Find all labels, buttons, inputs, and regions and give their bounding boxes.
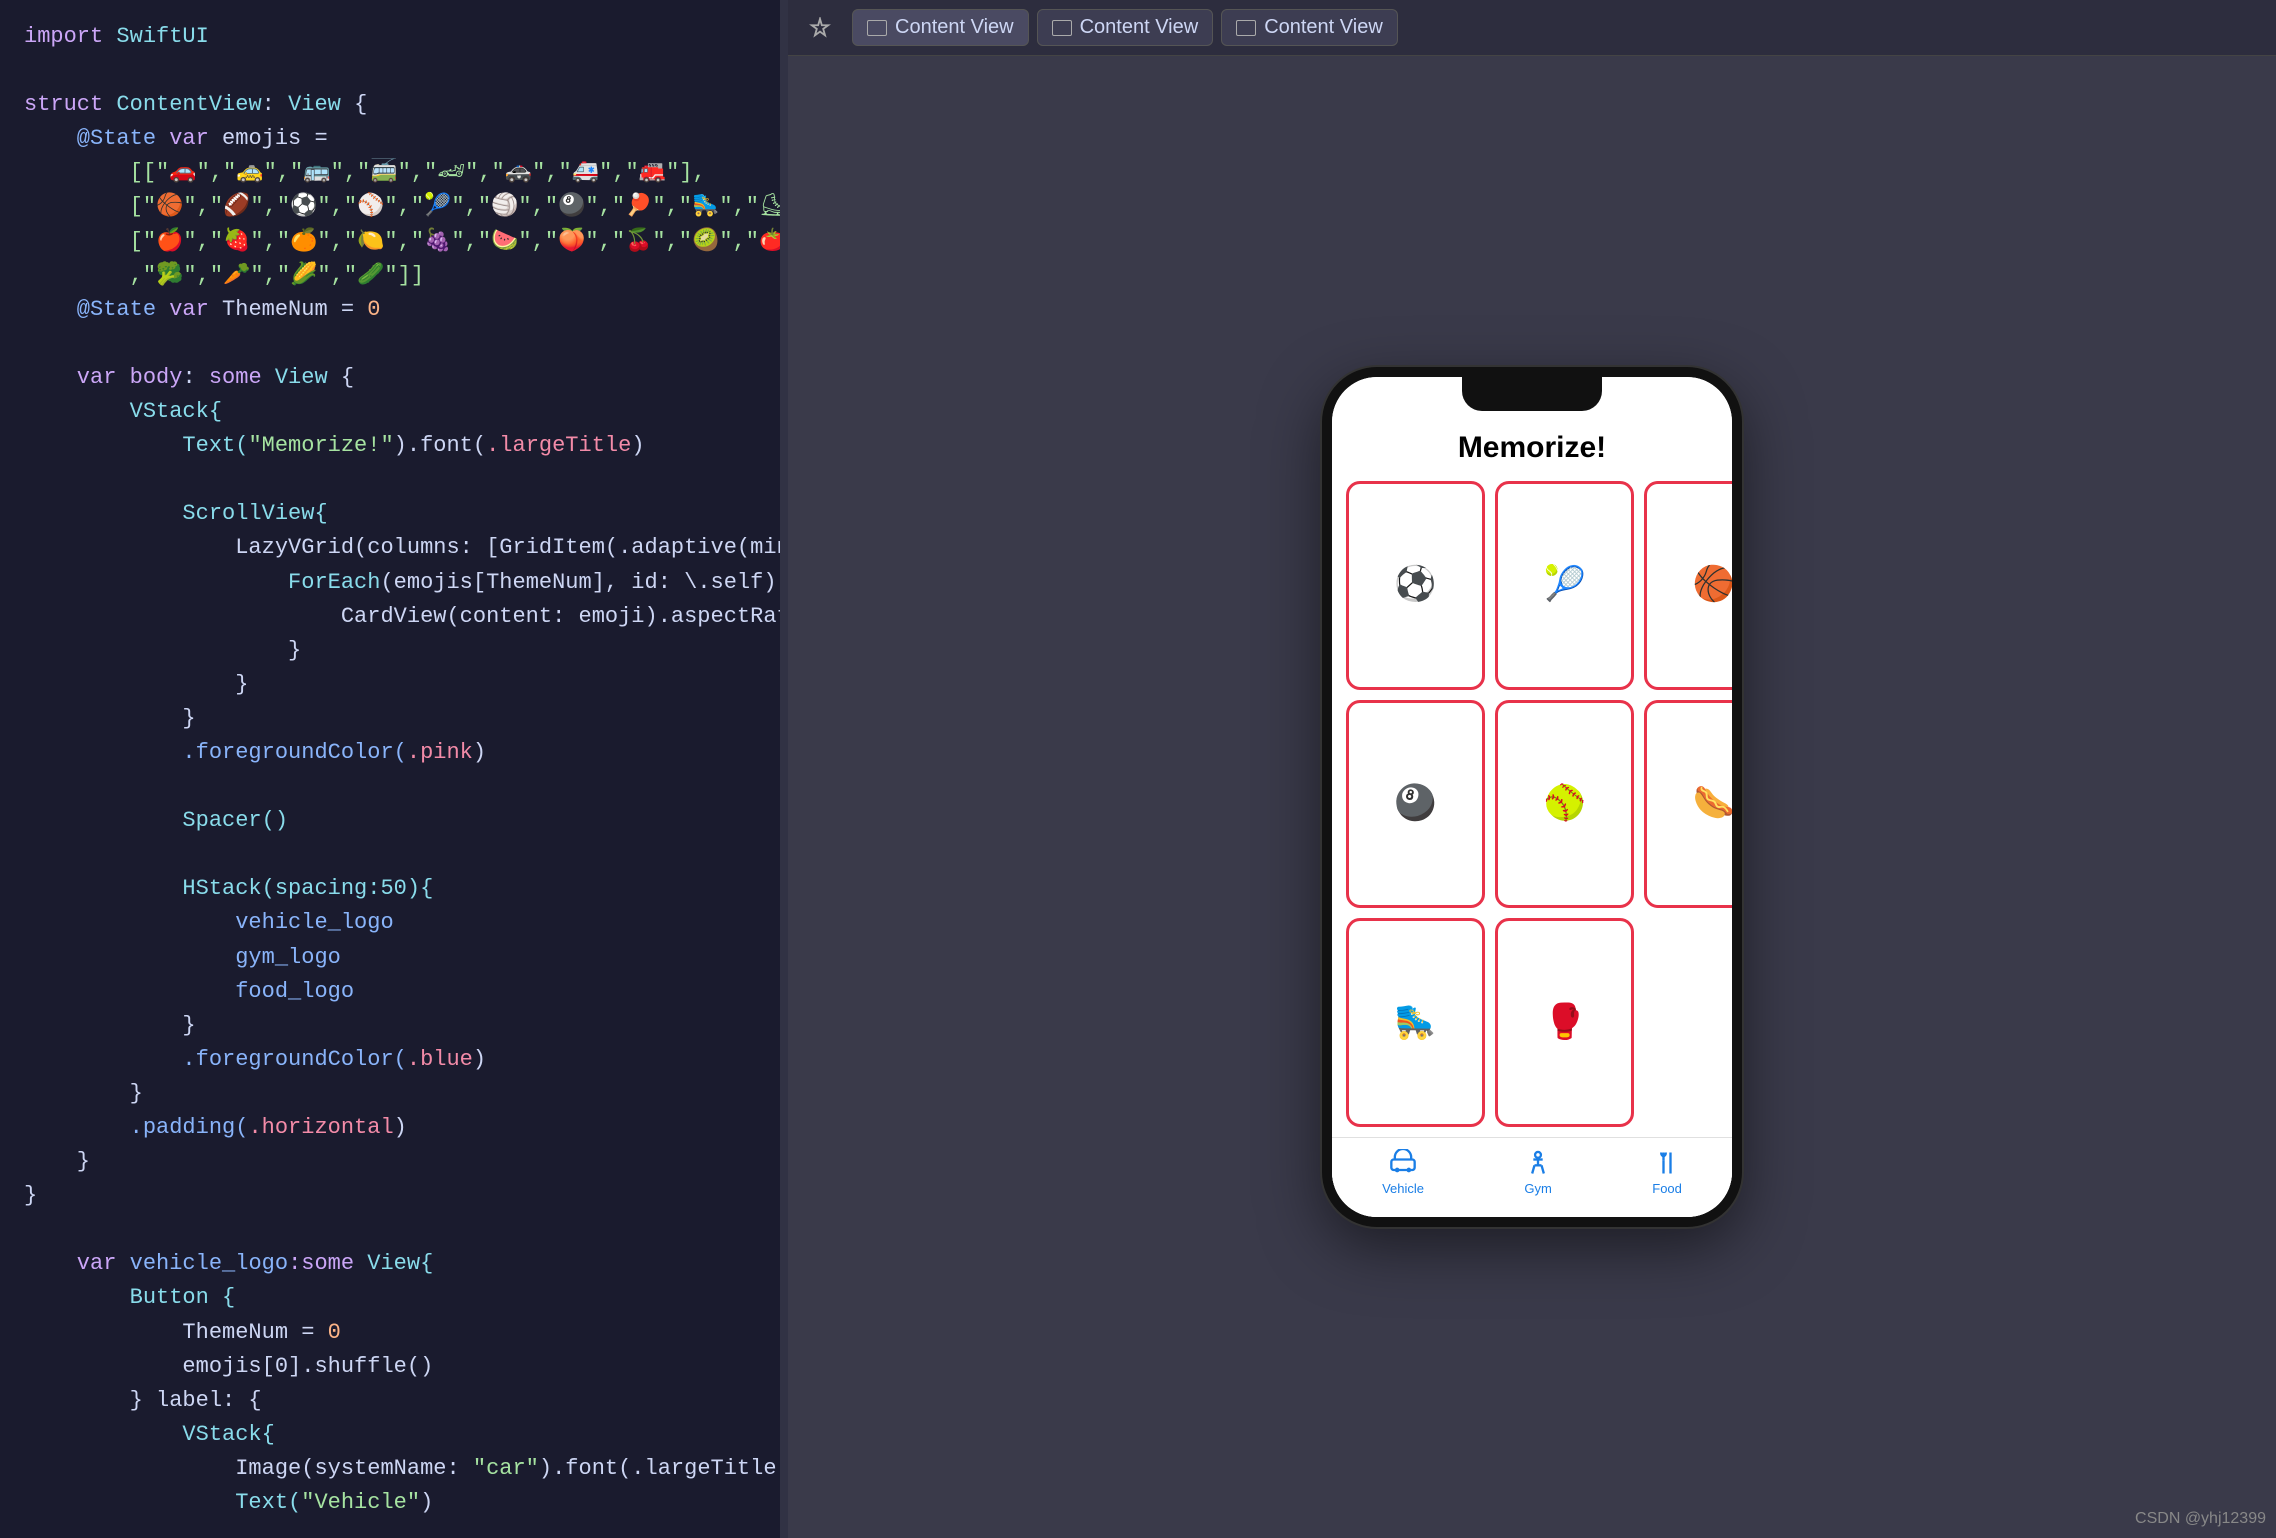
code-line: } [24, 702, 756, 736]
app-title: Memorize! [1332, 421, 1732, 471]
tab-item-0[interactable]: Content View [852, 9, 1029, 46]
vehicle-tab-label: Vehicle [1382, 1181, 1424, 1196]
code-line: .padding(.horizontal) [24, 1111, 756, 1145]
phone-tab-vehicle[interactable]: Vehicle [1382, 1149, 1424, 1196]
code-line: Button { [24, 1281, 756, 1315]
code-line: ScrollView{ [24, 497, 756, 531]
code-line: } [24, 1009, 756, 1043]
code-line [24, 54, 756, 88]
code-line: Spacer() [24, 804, 756, 838]
phone-tab-food[interactable]: Food [1652, 1149, 1682, 1196]
emoji-card[interactable]: ⚽ [1346, 481, 1485, 690]
code-line [24, 770, 756, 804]
emoji-card[interactable]: 🥊 [1495, 918, 1634, 1127]
code-line: VStack{ [24, 395, 756, 429]
code-line: ForEach(emojis[ThemeNum], id: \.self) { … [24, 566, 756, 600]
code-line: struct ContentView: View { [24, 88, 756, 122]
code-line [24, 463, 756, 497]
code-line: @State var ThemeNum = 0 [24, 293, 756, 327]
code-line: } [24, 1145, 756, 1179]
emoji-card[interactable]: 🥎 [1495, 700, 1634, 909]
code-line: ["🍎","🍓","🍊","🍋","🍇","🍉","🍑","🍒","🥝","🍅"… [24, 225, 756, 259]
card-grid: ⚽🎾🏀🏈🎱🥎🌭⚾🛼🥊 [1332, 471, 1732, 1137]
code-line: } label: { [24, 1384, 756, 1418]
editor-divider [780, 0, 788, 1538]
code-line: .foregroundColor(.pink) [24, 736, 756, 770]
code-line: } [24, 1077, 756, 1111]
code-line: CardView(content: emoji).aspectRatio(2/3… [24, 600, 756, 634]
code-line: food_logo [24, 975, 756, 1009]
code-line: gym_logo [24, 941, 756, 975]
code-line: Text("Memorize!").font(.largeTitle) [24, 429, 756, 463]
preview-content: Memorize! ⚽🎾🏀🏈🎱🥎🌭⚾🛼🥊 Vehicle [788, 56, 2276, 1538]
code-line: VStack{ [24, 1418, 756, 1452]
emoji-card[interactable]: 🎾 [1495, 481, 1634, 690]
code-line: HStack(spacing:50){ [24, 872, 756, 906]
code-line: } [24, 668, 756, 702]
code-line: var vehicle_logo:some View{ [24, 1247, 756, 1281]
code-line: } [24, 634, 756, 668]
iphone-mockup: Memorize! ⚽🎾🏀🏈🎱🥎🌭⚾🛼🥊 Vehicle [1322, 367, 1742, 1227]
preview-area: Content View Content View Content View Mem… [788, 0, 2276, 1538]
code-line: var body: some View { [24, 361, 756, 395]
app-content: Memorize! ⚽🎾🏀🏈🎱🥎🌭⚾🛼🥊 Vehicle [1332, 377, 1732, 1217]
emoji-card[interactable]: 🛼 [1346, 918, 1485, 1127]
code-line: LazyVGrid(columns: [GridItem(.adaptive(m… [24, 531, 756, 565]
code-line: Image(systemName: "car").font(.largeTitl… [24, 1452, 756, 1486]
tab-item-2[interactable]: Content View [1221, 9, 1398, 46]
tab-label: Content View [1264, 16, 1383, 39]
code-editor: import SwiftUI struct ContentView: View … [0, 0, 780, 1538]
content-view-icon [1052, 20, 1072, 36]
code-line: } [24, 1179, 756, 1213]
phone-tab-bar[interactable]: Vehicle Gym [1332, 1137, 1732, 1217]
phone-tab-gym[interactable]: Gym [1524, 1149, 1552, 1196]
code-line: ,"🥦","🥕","🌽","🥒"]] [24, 259, 756, 293]
tab-label: Content View [895, 16, 1014, 39]
watermark: CSDN @yhj12399 [2135, 1510, 2266, 1528]
code-line [24, 327, 756, 361]
code-line: emojis[0].shuffle() [24, 1350, 756, 1384]
code-line [24, 838, 756, 872]
tab-item-1[interactable]: Content View [1037, 9, 1214, 46]
content-view-icon [1236, 20, 1256, 36]
tab-label: Content View [1080, 16, 1199, 39]
tab-bar: Content View Content View Content View [788, 0, 2276, 56]
code-line: Text("Vehicle") [24, 1486, 756, 1520]
emoji-card[interactable]: 🌭 [1644, 700, 1742, 909]
iphone-notch [1462, 377, 1602, 411]
food-tab-label: Food [1652, 1181, 1682, 1196]
emoji-card[interactable]: 🏀 [1644, 481, 1742, 690]
code-line: .foregroundColor(.blue) [24, 1043, 756, 1077]
code-line [24, 1213, 756, 1247]
code-line: @State var emojis = [24, 122, 756, 156]
code-line: ["🏀","🏈","⚽","⚾","🎾","🏐","🎱","🏓","🛼","⛸"… [24, 190, 756, 224]
emoji-card[interactable]: 🎱 [1346, 700, 1485, 909]
gym-tab-label: Gym [1524, 1181, 1551, 1196]
code-line: import SwiftUI [24, 20, 756, 54]
content-view-icon [867, 20, 887, 36]
code-line: [["🚗","🚕","🚌","🚎","🏎","🚓","🚑","🚒"], [24, 156, 756, 190]
code-line: ThemeNum = 0 [24, 1316, 756, 1350]
code-line: vehicle_logo [24, 906, 756, 940]
pin-icon [804, 12, 836, 44]
